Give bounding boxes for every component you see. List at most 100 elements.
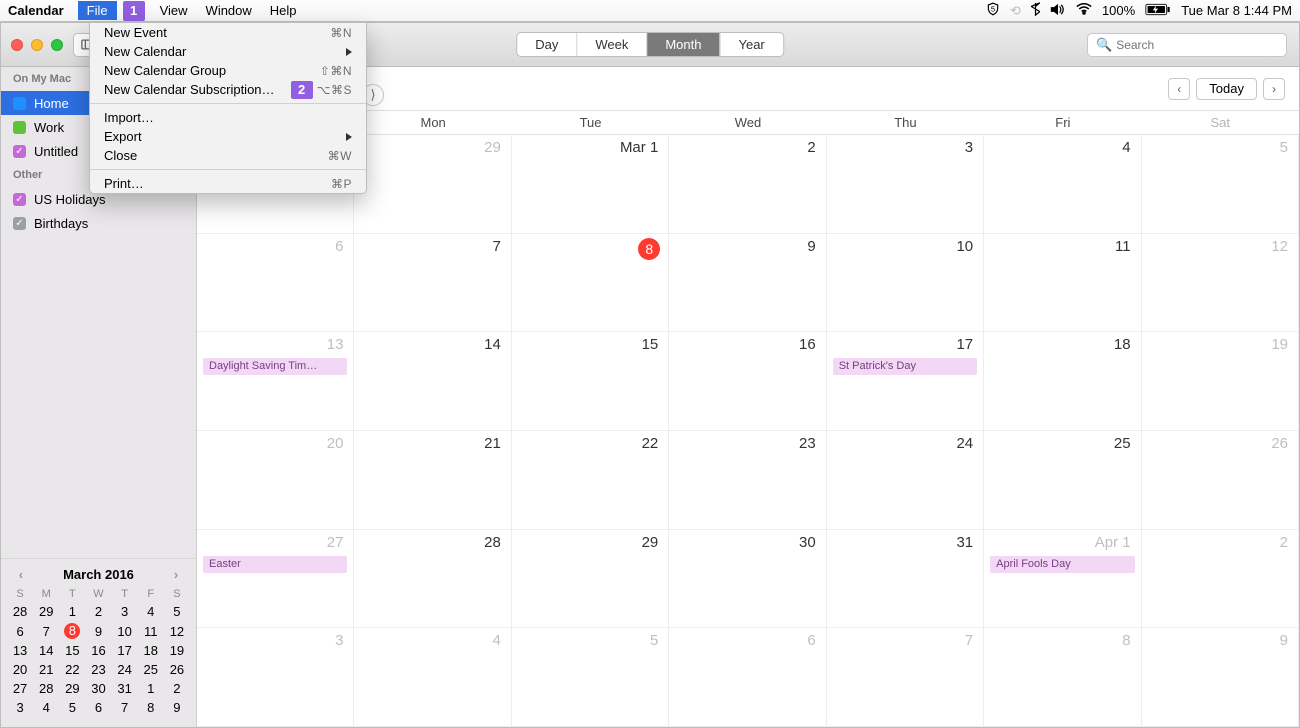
mini-day[interactable]: 3: [7, 698, 33, 717]
volume-icon[interactable]: [1050, 3, 1066, 19]
day-cell[interactable]: 13Daylight Saving Tim…: [197, 332, 354, 431]
mini-day[interactable]: 13: [7, 641, 33, 660]
clock[interactable]: Tue Mar 8 1:44 PM: [1181, 3, 1292, 18]
prev-month-button[interactable]: ‹: [1168, 78, 1190, 100]
mini-day[interactable]: 29: [33, 602, 59, 621]
minimize-window[interactable]: [31, 39, 43, 51]
mini-day[interactable]: 15: [59, 641, 85, 660]
day-cell[interactable]: 6: [197, 234, 354, 333]
day-cell[interactable]: 17St Patrick's Day: [827, 332, 984, 431]
calendar-event[interactable]: Daylight Saving Tim…: [203, 358, 347, 375]
view-seg-day[interactable]: Day: [517, 33, 577, 56]
day-cell[interactable]: 7: [354, 234, 511, 333]
mini-day[interactable]: 7: [112, 698, 138, 717]
day-cell[interactable]: 24: [827, 431, 984, 530]
mini-day[interactable]: 10: [112, 621, 138, 641]
day-cell[interactable]: 3: [827, 135, 984, 234]
mini-day[interactable]: 1: [138, 679, 164, 698]
view-seg-year[interactable]: Year: [720, 33, 782, 56]
mini-day[interactable]: 9: [85, 621, 111, 641]
mini-day[interactable]: 8: [138, 698, 164, 717]
fullscreen-window[interactable]: [51, 39, 63, 51]
menu-help[interactable]: Help: [261, 1, 306, 20]
day-cell[interactable]: 28: [354, 530, 511, 629]
day-cell[interactable]: 29: [512, 530, 669, 629]
menu-view[interactable]: View: [151, 1, 197, 20]
mini-day[interactable]: 27: [7, 679, 33, 698]
today-button[interactable]: Today: [1196, 78, 1257, 100]
day-cell[interactable]: 26: [1142, 431, 1299, 530]
mini-day[interactable]: 17: [112, 641, 138, 660]
mini-day[interactable]: 28: [7, 602, 33, 621]
next-month-button[interactable]: ›: [1263, 78, 1285, 100]
day-cell[interactable]: 29: [354, 135, 511, 234]
mini-day[interactable]: 1: [59, 602, 85, 621]
mini-day[interactable]: 23: [85, 660, 111, 679]
file-menu-item[interactable]: New Calendar Subscription…2⌥⌘S: [90, 80, 366, 99]
day-cell[interactable]: 9: [669, 234, 826, 333]
day-cell[interactable]: Apr 1April Fools Day: [984, 530, 1141, 629]
day-cell[interactable]: 5: [512, 628, 669, 727]
file-menu-item[interactable]: New Calendar: [90, 42, 366, 61]
mini-day[interactable]: 31: [112, 679, 138, 698]
day-cell[interactable]: 11: [984, 234, 1141, 333]
mini-calendar[interactable]: ‹ March 2016 › SMTWTFS282912345678910111…: [1, 558, 196, 727]
day-cell[interactable]: 18: [984, 332, 1141, 431]
mini-day[interactable]: 4: [138, 602, 164, 621]
calendar-event[interactable]: St Patrick's Day: [833, 358, 977, 375]
view-seg-month[interactable]: Month: [647, 33, 720, 56]
mini-next-month[interactable]: ›: [174, 567, 178, 582]
day-cell[interactable]: 20: [197, 431, 354, 530]
day-cell[interactable]: 4: [354, 628, 511, 727]
mini-day[interactable]: 26: [164, 660, 190, 679]
day-cell[interactable]: 12: [1142, 234, 1299, 333]
mini-day[interactable]: 20: [7, 660, 33, 679]
day-cell[interactable]: 23: [669, 431, 826, 530]
mini-day[interactable]: 3: [112, 602, 138, 621]
close-window[interactable]: [11, 39, 23, 51]
mini-day[interactable]: 12: [164, 621, 190, 641]
menu-window[interactable]: Window: [197, 1, 261, 20]
day-cell[interactable]: 30: [669, 530, 826, 629]
day-cell[interactable]: 8: [984, 628, 1141, 727]
day-cell[interactable]: 21: [354, 431, 511, 530]
mini-day[interactable]: 6: [85, 698, 111, 717]
day-cell[interactable]: 27Easter: [197, 530, 354, 629]
day-cell[interactable]: 6: [669, 628, 826, 727]
file-menu-item[interactable]: Import…: [90, 108, 366, 127]
day-cell[interactable]: 9: [1142, 628, 1299, 727]
mini-day[interactable]: 2: [85, 602, 111, 621]
mini-day[interactable]: 18: [138, 641, 164, 660]
day-cell[interactable]: 2: [1142, 530, 1299, 629]
day-cell[interactable]: 7: [827, 628, 984, 727]
file-menu-item[interactable]: Export: [90, 127, 366, 146]
wifi-icon[interactable]: [1076, 3, 1092, 18]
day-cell[interactable]: Mar 1: [512, 135, 669, 234]
mini-day[interactable]: 6: [7, 621, 33, 641]
mini-day[interactable]: 5: [59, 698, 85, 717]
day-cell[interactable]: 10: [827, 234, 984, 333]
mini-day[interactable]: 28: [33, 679, 59, 698]
file-menu-item[interactable]: New Calendar Group⇧⌘N: [90, 61, 366, 80]
day-cell[interactable]: 25: [984, 431, 1141, 530]
file-menu-item[interactable]: Close⌘W: [90, 146, 366, 165]
mini-day[interactable]: 16: [85, 641, 111, 660]
day-cell[interactable]: 4: [984, 135, 1141, 234]
mini-day[interactable]: 22: [59, 660, 85, 679]
calendar-list-item[interactable]: Birthdays: [1, 211, 196, 235]
view-seg-week[interactable]: Week: [577, 33, 647, 56]
day-cell[interactable]: 5: [1142, 135, 1299, 234]
mini-prev-month[interactable]: ‹: [19, 567, 23, 582]
mini-day[interactable]: 5: [164, 602, 190, 621]
file-menu-item[interactable]: New Event⌘N: [90, 23, 366, 42]
mini-day[interactable]: 29: [59, 679, 85, 698]
calendar-event[interactable]: Easter: [203, 556, 347, 573]
mini-day[interactable]: 4: [33, 698, 59, 717]
mini-day[interactable]: 30: [85, 679, 111, 698]
day-cell[interactable]: 16: [669, 332, 826, 431]
day-cell[interactable]: 3: [197, 628, 354, 727]
app-name[interactable]: Calendar: [8, 3, 64, 18]
search-input[interactable]: [1116, 38, 1278, 52]
day-cell[interactable]: 22: [512, 431, 669, 530]
calendar-event[interactable]: April Fools Day: [990, 556, 1134, 573]
